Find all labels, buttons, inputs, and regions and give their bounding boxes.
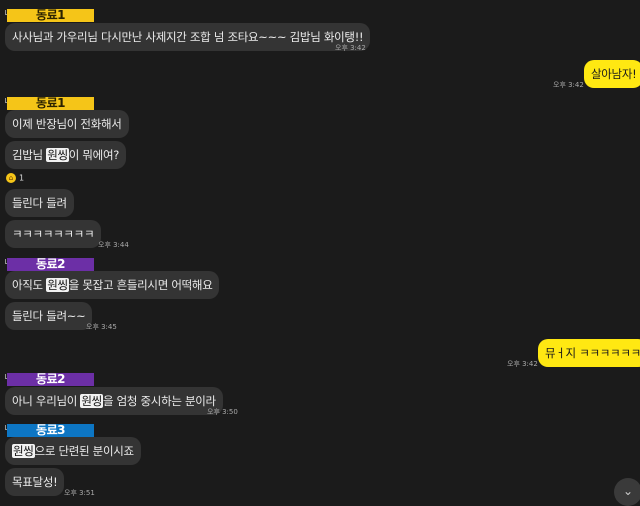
message-timestamp: 오후 3:50	[207, 408, 238, 416]
my-chat-message[interactable]: 뮤ㅓ지 ㅋㅋㅋㅋㅋㅋ	[538, 339, 640, 367]
highlighted-word: 원씽	[46, 148, 69, 162]
message-timestamp: 오후 3:42	[507, 360, 538, 368]
message-timestamp: 오후 3:42	[335, 44, 366, 52]
reaction-count: 1	[19, 173, 25, 183]
my-chat-message[interactable]: 살아남자!	[584, 60, 640, 88]
message-timestamp: 오후 3:45	[86, 323, 117, 331]
chat-message[interactable]: 들린다 들려~~	[5, 302, 93, 330]
sender-name-tag: 동료1	[7, 97, 94, 110]
message-text: 이 뭐에여?	[68, 148, 120, 162]
laughing-face-emoji-icon: ⌂	[6, 173, 16, 183]
message-text: 김밥님	[12, 148, 47, 162]
message-timestamp: 오후 3:42	[553, 81, 584, 89]
chat-message[interactable]: 김밥님 원씽이 뭐에여?	[5, 141, 127, 169]
message-timestamp: 오후 3:44	[98, 241, 129, 249]
chat-message[interactable]: 사사님과 가우리님 다시만난 사제지간 조합 넘 조타요~~~ 김밥님 화이탱!…	[5, 23, 371, 51]
chat-message[interactable]: ㅋㅋㅋㅋㅋㅋㅋㅋ	[5, 220, 102, 248]
sender-name-tag: 동료2	[7, 258, 94, 271]
reaction-badge[interactable]: ⌂ 1	[6, 173, 24, 183]
highlighted-word: 원씽	[46, 278, 69, 292]
message-timestamp: 오후 3:51	[64, 489, 95, 497]
message-text: 아직도	[12, 278, 47, 292]
sender-name-tag: 동료2	[7, 373, 94, 386]
message-text: 아니 우리님이	[12, 394, 81, 408]
chat-message[interactable]: 원씽으로 단련된 분이시죠	[5, 437, 141, 465]
highlighted-word: 원씽	[80, 394, 103, 408]
chat-message[interactable]: 아니 우리님이 원씽을 엄청 중시하는 분이라	[5, 387, 223, 415]
chat-message[interactable]: 아직도 원씽을 못잡고 흔들리시면 어떡해요	[5, 271, 220, 299]
sender-name-tag: 동료1	[7, 9, 94, 22]
chat-message[interactable]: 이제 반장님이 전화해서	[5, 110, 129, 138]
chat-message[interactable]: 들린다 들려	[5, 189, 74, 217]
message-text: 을 엄청 중시하는 분이라	[102, 394, 216, 408]
sender-name-tag: 동료3	[7, 424, 94, 437]
highlighted-word: 원씽	[12, 444, 35, 458]
chevron-down-icon: ⌄	[622, 484, 634, 498]
chat-message[interactable]: 목표달성!	[5, 468, 65, 496]
message-text: 으로 단련된 분이시죠	[34, 444, 135, 458]
message-text: 을 못잡고 흔들리시면 어떡해요	[68, 278, 213, 292]
